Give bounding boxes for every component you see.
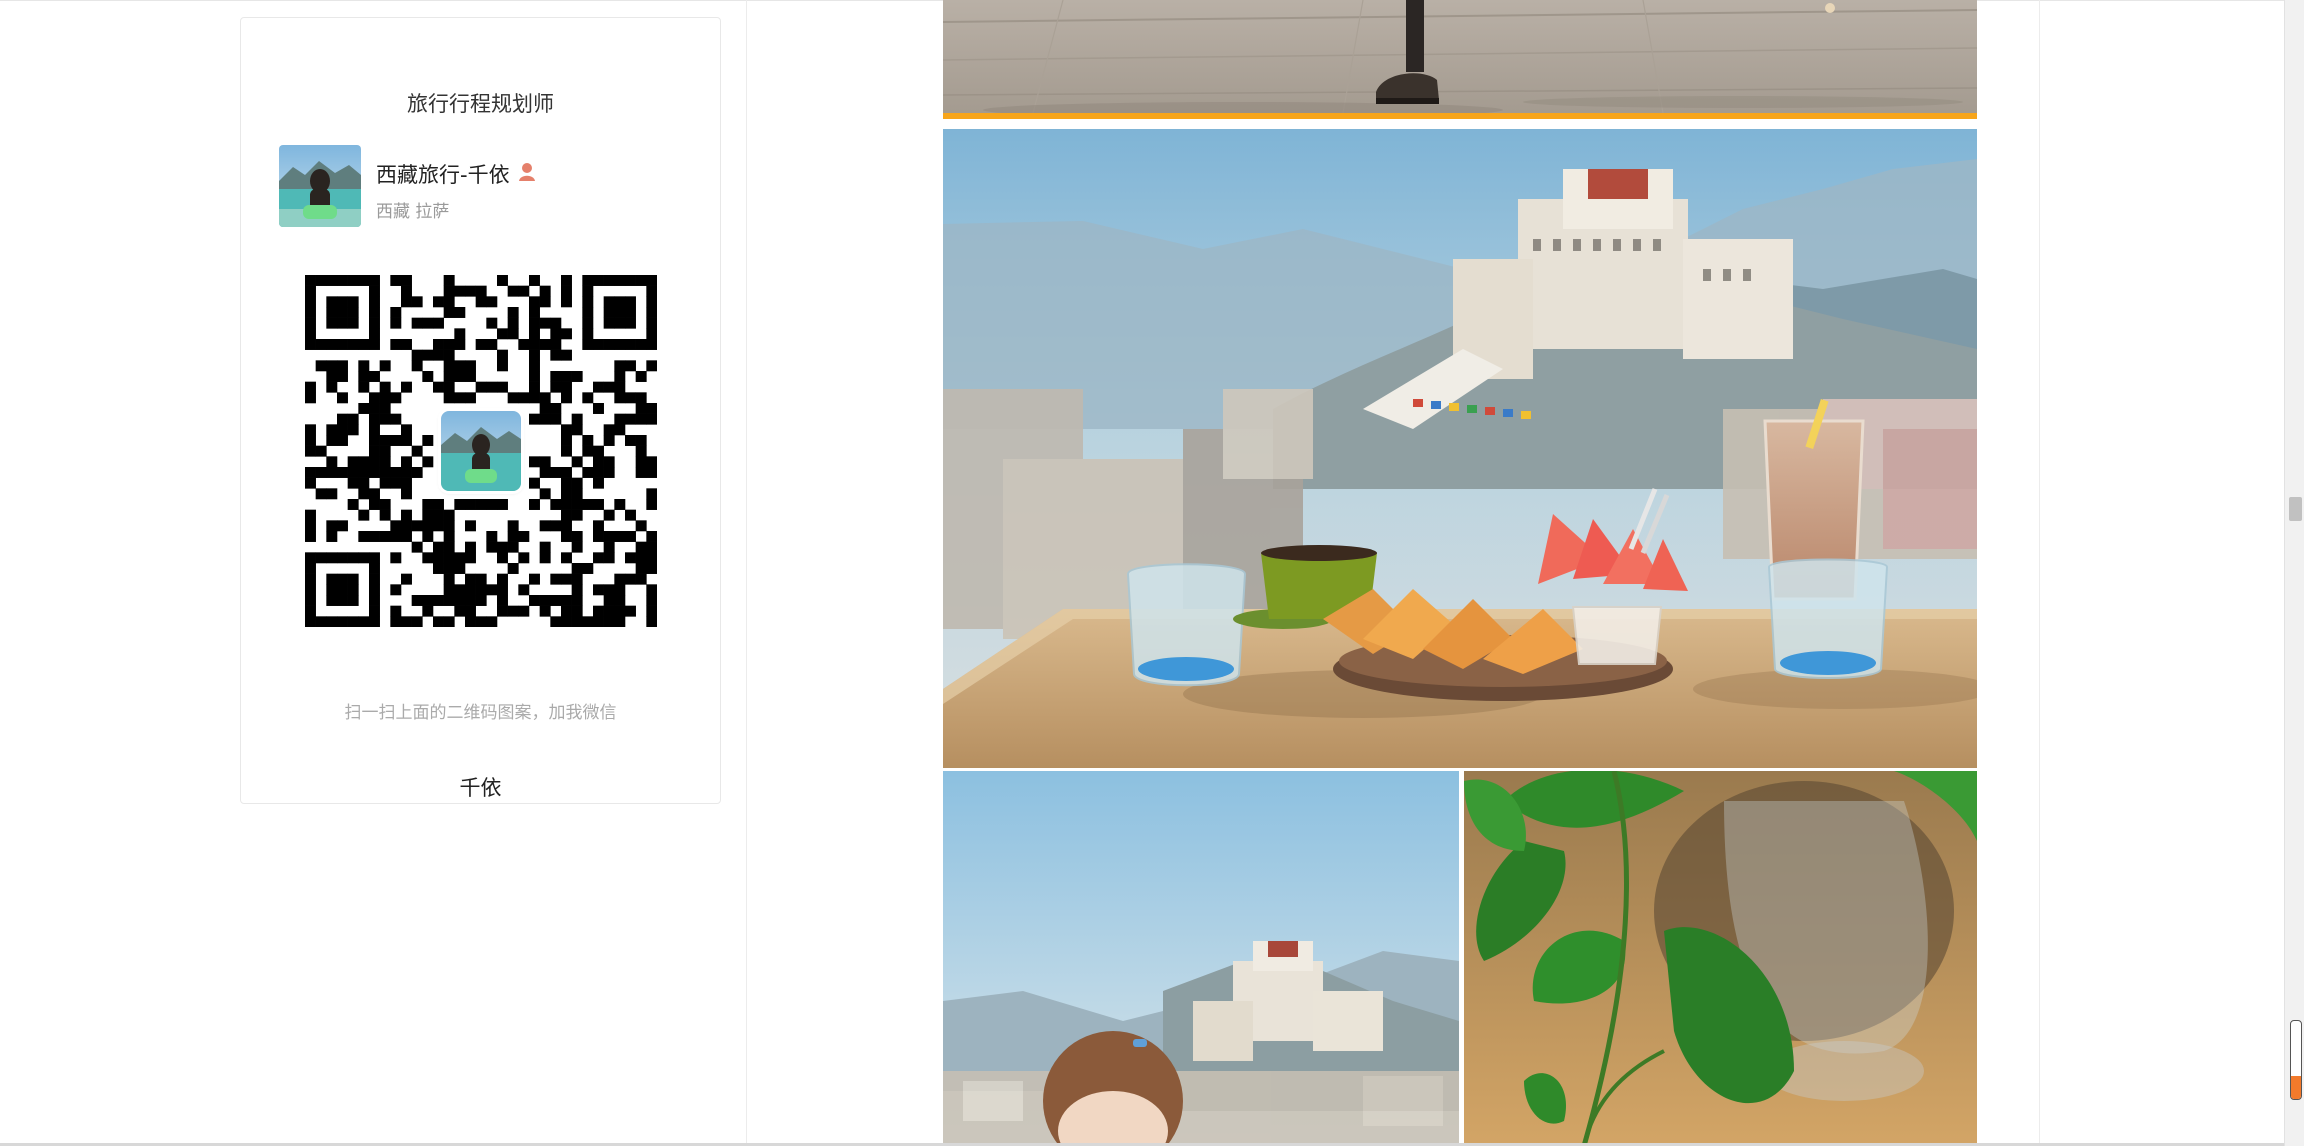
photo-plant-leaves[interactable]: [1464, 771, 1977, 1146]
scroll-position-indicator: [2290, 1020, 2302, 1100]
scroll-position-fill: [2291, 1075, 2301, 1099]
profile[interactable]: 西藏旅行-千依 西藏 拉萨: [279, 145, 536, 229]
page-scrollbar[interactable]: [2284, 0, 2304, 1146]
qr-center-avatar: [441, 411, 521, 491]
card-title: 旅行行程规划师: [407, 92, 554, 116]
person-emoji-icon: [518, 162, 536, 187]
column-divider-left: [746, 0, 747, 1146]
avatar[interactable]: [279, 145, 361, 227]
wechat-contact-card: 旅行行程规划师 西藏旅行-千依 西藏 拉萨 扫一扫上面的二维码图案，加我微信 千…: [240, 17, 721, 804]
profile-location: 西藏 拉萨: [376, 202, 450, 222]
accent-divider: [943, 113, 1977, 119]
photo-potala-girl[interactable]: [943, 771, 1459, 1146]
photo-potala-cafe[interactable]: [943, 129, 1977, 768]
photo-street-feet[interactable]: [943, 0, 1977, 113]
profile-name: 西藏旅行-千依: [376, 163, 510, 187]
scrollbar-thumb[interactable]: [2289, 497, 2302, 521]
page: 旅行行程规划师 西藏旅行-千依 西藏 拉萨 扫一扫上面的二维码图案，加我微信 千…: [0, 0, 2304, 1146]
qr-code-icon: [305, 275, 657, 627]
scan-hint: 扫一扫上面的二维码图案，加我微信: [344, 703, 617, 723]
column-divider-right: [2039, 0, 2040, 1146]
card-footer-name: 千依: [459, 776, 502, 800]
